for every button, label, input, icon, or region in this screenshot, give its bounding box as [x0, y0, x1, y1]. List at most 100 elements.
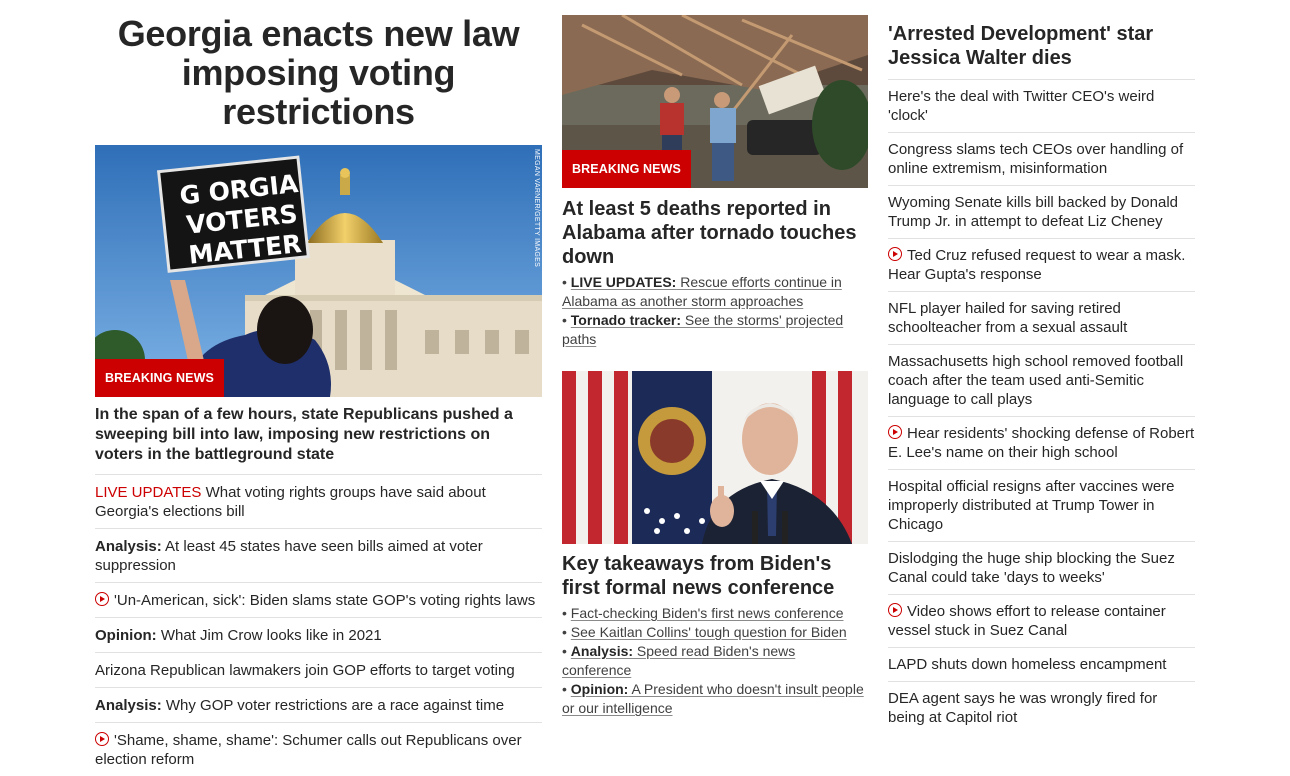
bullet-item[interactable]: Analysis: Speed read Biden's news confer…: [562, 642, 868, 680]
biden-image[interactable]: [562, 371, 868, 544]
headline-link[interactable]: DEA agent says he was wrongly fired for …: [888, 690, 1157, 726]
list-item[interactable]: 'Shame, shame, shame': Schumer calls out…: [95, 723, 542, 776]
list-item[interactable]: Dislodging the huge ship blocking the Su…: [888, 542, 1195, 595]
item-text: Congress slams tech CEOs over handling o…: [888, 141, 1184, 177]
item-text: Video shows effort to release container …: [888, 603, 1166, 639]
list-item[interactable]: Hear residents' shocking defense of Robe…: [888, 417, 1195, 470]
item-text: Dislodging the huge ship blocking the Su…: [888, 550, 1175, 586]
bullet-label: Tornado tracker:: [570, 312, 682, 328]
headline-link[interactable]: Opinion: What Jim Crow looks like in 202…: [95, 627, 382, 644]
lead-hero-image[interactable]: G ORGIA VOTERS MATTER MEGAN VARNER/GETTY…: [95, 145, 542, 397]
sign-text: G ORGIA VOTERS MATTER: [173, 168, 312, 271]
headline-link[interactable]: Congress slams tech CEOs over handling o…: [888, 141, 1183, 177]
item-text: DEA agent says he was wrongly fired for …: [888, 690, 1158, 726]
headline-link[interactable]: Analysis: At least 45 states have seen b…: [95, 538, 483, 574]
breaking-news-badge: BREAKING NEWS: [95, 359, 224, 397]
play-video-icon: [95, 732, 109, 746]
biden-press-conference-photo: [562, 371, 868, 544]
headline-link[interactable]: NFL player hailed for saving retired sch…: [888, 300, 1127, 336]
headline-link[interactable]: Here's the deal with Twitter CEO's weird…: [888, 88, 1154, 124]
headline-link[interactable]: Hospital official resigns after vaccines…: [888, 478, 1175, 533]
bullet-link[interactable]: Fact-checking Biden's first news confere…: [571, 605, 844, 621]
list-item[interactable]: Wyoming Senate kills bill backed by Dona…: [888, 186, 1195, 239]
list-item[interactable]: Video shows effort to release container …: [888, 595, 1195, 648]
item-text: What Jim Crow looks like in 2021: [156, 627, 382, 644]
item-text: Hospital official resigns after vaccines…: [888, 478, 1175, 533]
bullet-text: See Kaitlan Collins' tough question for …: [570, 624, 847, 640]
item-text: Ted Cruz refused request to wear a mask.…: [888, 247, 1186, 283]
list-item[interactable]: Here's the deal with Twitter CEO's weird…: [888, 80, 1195, 133]
bullet-link[interactable]: See Kaitlan Collins' tough question for …: [571, 624, 847, 640]
list-item[interactable]: Ted Cruz refused request to wear a mask.…: [888, 239, 1195, 292]
headline-link[interactable]: Dislodging the huge ship blocking the Su…: [888, 550, 1175, 586]
lead-summary[interactable]: In the span of a few hours, state Republ…: [95, 397, 542, 475]
list-item[interactable]: Opinion: What Jim Crow looks like in 202…: [95, 618, 542, 653]
headline-link[interactable]: LAPD shuts down homeless encampment: [888, 656, 1166, 673]
item-text: Here's the deal with Twitter CEO's weird…: [888, 88, 1155, 124]
headline-link[interactable]: Ted Cruz refused request to wear a mask.…: [888, 247, 1185, 283]
headline-link[interactable]: Hear residents' shocking defense of Robe…: [888, 425, 1194, 461]
bullet-item[interactable]: See Kaitlan Collins' tough question for …: [562, 623, 868, 642]
photo-credit: MEGAN VARNER/GETTY IMAGES: [533, 149, 540, 268]
lead-headline[interactable]: Georgia enacts new law imposing voting r…: [95, 14, 542, 131]
play-video-icon: [888, 425, 902, 439]
right-headline-link[interactable]: 'Arrested Development' star Jessica Walt…: [888, 22, 1195, 80]
headline-link[interactable]: Massachusetts high school removed footba…: [888, 353, 1183, 408]
bullet-link[interactable]: LIVE UPDATES: Rescue efforts continue in…: [562, 274, 842, 309]
play-video-icon: [888, 247, 902, 261]
lead-summary-link[interactable]: In the span of a few hours, state Republ…: [95, 397, 542, 475]
bullet-link[interactable]: Tornado tracker: See the storms' project…: [562, 312, 843, 347]
headline-link[interactable]: 'Un-American, sick': Biden slams state G…: [95, 592, 535, 609]
list-item[interactable]: DEA agent says he was wrongly fired for …: [888, 682, 1195, 734]
biden-headline[interactable]: Key takeaways from Biden's first formal …: [562, 552, 868, 600]
bullet-link[interactable]: Opinion: A President who doesn't insult …: [562, 681, 864, 716]
list-item[interactable]: LAPD shuts down homeless encampment: [888, 648, 1195, 682]
list-item[interactable]: Analysis: At least 45 states have seen b…: [95, 529, 542, 583]
lead-headline-link[interactable]: Georgia enacts new law imposing voting r…: [95, 14, 542, 131]
headline-link[interactable]: Analysis: Why GOP voter restrictions are…: [95, 697, 504, 714]
tornado-bullets: LIVE UPDATES: Rescue efforts continue in…: [562, 273, 868, 349]
list-item[interactable]: LIVE UPDATES What voting rights groups h…: [95, 475, 542, 529]
right-headline[interactable]: 'Arrested Development' star Jessica Walt…: [888, 22, 1195, 80]
lead-story-column: Georgia enacts new law imposing voting r…: [95, 0, 542, 776]
item-text: Massachusetts high school removed footba…: [888, 353, 1184, 408]
headline-link[interactable]: 'Shame, shame, shame': Schumer calls out…: [95, 732, 522, 768]
list-item[interactable]: Hospital official resigns after vaccines…: [888, 470, 1195, 542]
item-prefix: Opinion:: [95, 627, 157, 644]
list-item[interactable]: Massachusetts high school removed footba…: [888, 345, 1195, 417]
tornado-headline-link[interactable]: At least 5 deaths reported in Alabama af…: [562, 197, 868, 269]
headline-link[interactable]: Video shows effort to release container …: [888, 603, 1166, 639]
list-item[interactable]: Analysis: Why GOP voter restrictions are…: [95, 688, 542, 723]
item-prefix: Analysis:: [95, 538, 162, 555]
item-prefix: LIVE UPDATES: [95, 484, 202, 501]
bullet-item[interactable]: LIVE UPDATES: Rescue efforts continue in…: [562, 273, 868, 311]
item-prefix: Analysis:: [95, 697, 162, 714]
play-video-icon: [95, 592, 109, 606]
bullet-link[interactable]: Analysis: Speed read Biden's news confer…: [562, 643, 795, 678]
item-text: 'Shame, shame, shame': Schumer calls out…: [95, 732, 522, 768]
list-item[interactable]: Arizona Republican lawmakers join GOP ef…: [95, 653, 542, 688]
bullet-text: Fact-checking Biden's first news confere…: [570, 605, 844, 621]
item-text: Wyoming Senate kills bill backed by Dona…: [888, 194, 1179, 230]
list-item[interactable]: Congress slams tech CEOs over handling o…: [888, 133, 1195, 186]
right-column: 'Arrested Development' star Jessica Walt…: [888, 0, 1195, 734]
item-text: 'Un-American, sick': Biden slams state G…: [114, 592, 536, 609]
bullet-item[interactable]: Fact-checking Biden's first news confere…: [562, 604, 868, 623]
right-headlines-list: Here's the deal with Twitter CEO's weird…: [888, 80, 1195, 734]
bullet-item[interactable]: Opinion: A President who doesn't insult …: [562, 680, 868, 718]
biden-headline-link[interactable]: Key takeaways from Biden's first formal …: [562, 552, 868, 600]
breaking-news-badge-tornado: BREAKING NEWS: [562, 150, 691, 188]
middle-column: BREAKING NEWS At least 5 deaths reported…: [562, 0, 868, 718]
bullet-label: LIVE UPDATES:: [570, 274, 677, 290]
headline-link[interactable]: Arizona Republican lawmakers join GOP ef…: [95, 662, 515, 679]
play-video-icon: [888, 603, 902, 617]
lead-related-list: LIVE UPDATES What voting rights groups h…: [95, 475, 542, 776]
headline-link[interactable]: LIVE UPDATES What voting rights groups h…: [95, 484, 486, 520]
headline-link[interactable]: Wyoming Senate kills bill backed by Dona…: [888, 194, 1178, 230]
bullet-item[interactable]: Tornado tracker: See the storms' project…: [562, 311, 868, 349]
list-item[interactable]: NFL player hailed for saving retired sch…: [888, 292, 1195, 345]
list-item[interactable]: 'Un-American, sick': Biden slams state G…: [95, 583, 542, 618]
tornado-headline[interactable]: At least 5 deaths reported in Alabama af…: [562, 197, 868, 269]
tornado-image[interactable]: BREAKING NEWS: [562, 15, 868, 188]
item-text: Hear residents' shocking defense of Robe…: [888, 425, 1195, 461]
